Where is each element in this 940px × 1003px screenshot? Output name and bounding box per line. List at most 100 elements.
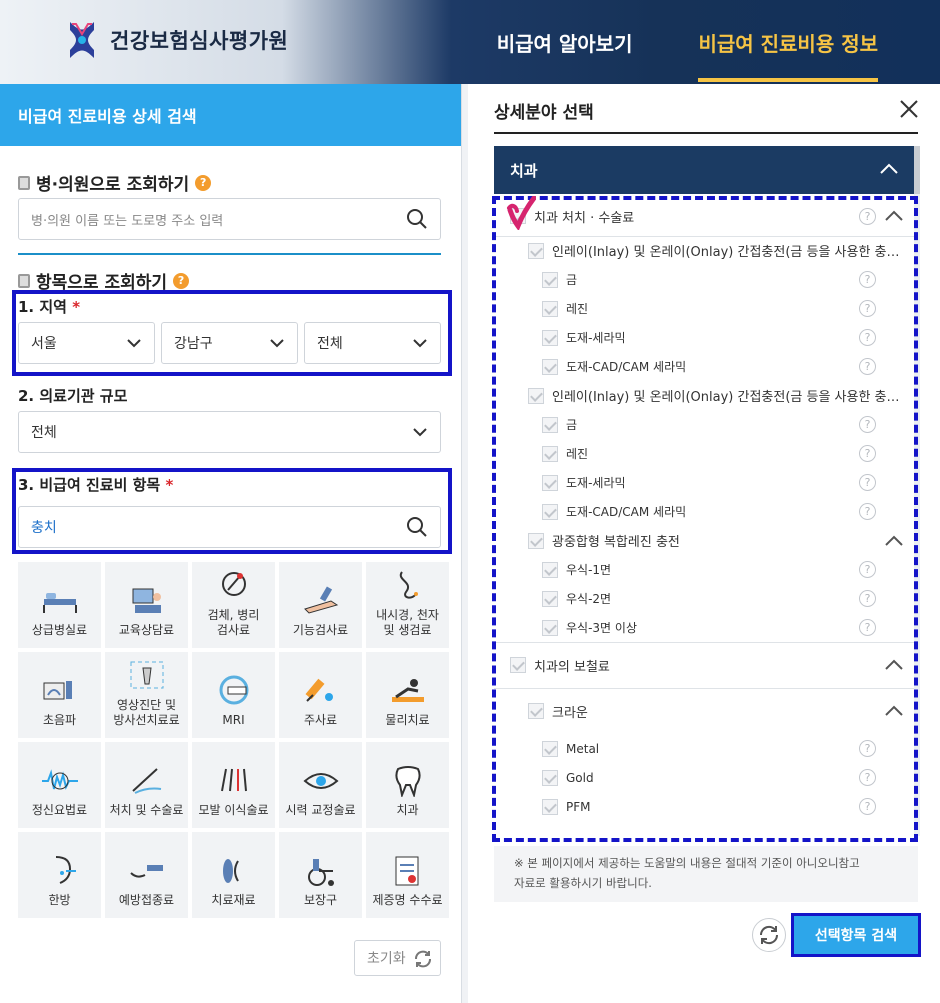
brain-wave-icon (40, 763, 80, 797)
hospital-bed-icon (40, 583, 80, 617)
surgery-icon (127, 763, 167, 797)
category-label: 주사료 (303, 713, 338, 727)
category-label: 내시경, 천자 및 생검료 (376, 608, 439, 637)
refresh-button[interactable] (752, 918, 786, 952)
category-tile[interactable]: 검체, 병리 검사료 (192, 562, 275, 648)
acupuncture-ear-icon (40, 853, 80, 887)
microscope-icon (214, 568, 254, 602)
category-tile[interactable]: 보장구 (279, 832, 362, 918)
chevron-up-icon[interactable] (880, 162, 898, 176)
institution-scale-select[interactable]: 전체 (18, 411, 441, 453)
category-tile[interactable]: 물리치료 (366, 652, 449, 738)
category-label: 한방 (48, 893, 71, 907)
category-tile[interactable]: 시력 교정술료 (279, 742, 362, 828)
category-label: 시력 교정술료 (285, 803, 356, 817)
category-tile[interactable]: 예방접종료 (105, 832, 188, 918)
category-label: MRI (222, 713, 245, 727)
category-label: 검체, 병리 검사료 (207, 608, 260, 637)
scale-label: 2. 의료기관 규모 (18, 387, 128, 405)
section-divider (18, 253, 441, 255)
refresh-icon (415, 950, 431, 968)
help-icon[interactable]: ? (195, 174, 212, 191)
logo[interactable]: 건강보험심사평가원 (66, 18, 288, 62)
category-tile[interactable]: 정신요법료 (18, 742, 101, 828)
category-tile[interactable]: 상급병실료 (18, 562, 101, 648)
help-icon[interactable]: ? (173, 272, 190, 289)
category-tile[interactable]: 초음파 (18, 652, 101, 738)
certificate-icon (388, 853, 428, 887)
select-value: 서울 (31, 336, 57, 352)
region-label: 1. 지역 * (18, 298, 81, 316)
hospital-section-title: 병·의원으로 조회하기 ? (18, 170, 212, 195)
category-label: 물리치료 (385, 713, 430, 727)
check-mark-icon (507, 196, 536, 230)
chevron-down-icon (413, 428, 427, 437)
select-value: 전체 (317, 336, 343, 352)
category-label: 모발 이식술료 (198, 803, 269, 817)
list-icon (18, 273, 30, 288)
chevron-down-icon (270, 339, 284, 348)
search-icon[interactable] (406, 208, 428, 230)
category-tile[interactable]: MRI (192, 652, 275, 738)
category-label: 치과 (396, 803, 419, 817)
dental-group-title: 치과 (510, 161, 538, 180)
reset-label: 초기화 (367, 951, 406, 967)
nav-nonpay-info[interactable]: 비급여 알아보기 (497, 0, 633, 84)
hospital-search-input[interactable]: 병·의원 이름 또는 도로명 주소 입력 (18, 198, 441, 240)
category-label: 정신요법료 (31, 803, 88, 817)
eye-icon (301, 763, 341, 797)
category-label: 상급병실료 (31, 623, 88, 637)
lens-icon (214, 853, 254, 887)
category-tile[interactable]: 모발 이식술료 (192, 742, 275, 828)
select-value: 강남구 (174, 336, 213, 352)
category-tile[interactable]: 주사료 (279, 652, 362, 738)
category-tile[interactable]: 치과 (366, 742, 449, 828)
region-dong-select[interactable]: 전체 (304, 322, 441, 364)
category-tile[interactable]: 한방 (18, 832, 101, 918)
reset-button[interactable]: 초기화 (354, 940, 441, 976)
category-label: 제증명 수수료 (372, 893, 443, 907)
item-search-input[interactable]: 충치 (18, 506, 441, 548)
notice-line-2: 자료로 활용하시기 바랍니다. (514, 875, 652, 890)
top-header: 건강보험심사평가원 비급여 알아보기 비급여 진료비용 정보 (0, 0, 940, 84)
hospital-section-label: 병·의원으로 조회하기 (36, 175, 190, 195)
category-grid: 상급병실료 교육상담료 검체, 병리 검사료기능검사료 내시경, 천자 및 생검료초음… (18, 562, 449, 918)
category-label: 교육상담료 (118, 623, 175, 637)
region-city-select[interactable]: 서울 (18, 322, 155, 364)
tree-highlight (492, 196, 918, 842)
nav-nonpay-cost[interactable]: 비급여 진료비용 정보 (698, 0, 878, 84)
category-tile[interactable]: 영상진단 및 방사선치료료 (105, 652, 188, 738)
category-label: 초음파 (42, 713, 77, 727)
region-district-select[interactable]: 강남구 (161, 322, 298, 364)
category-label: 영상진단 및 방사선치료료 (113, 698, 180, 727)
close-icon[interactable] (898, 98, 920, 120)
ultrasound-icon (40, 673, 80, 707)
item-label: 3. 비급여 진료비 항목 * (18, 476, 174, 494)
category-label: 기능검사료 (292, 623, 349, 637)
dental-group-header[interactable]: 치과 (494, 146, 914, 194)
panel-title: 비급여 진료비용 상세 검색 (0, 84, 461, 146)
scrollbar-thumb[interactable] (914, 146, 920, 194)
category-label: 보장구 (303, 893, 338, 907)
chevron-down-icon (127, 339, 141, 348)
consultation-icon (127, 583, 167, 617)
search-icon[interactable] (406, 516, 428, 538)
arm-test-icon (301, 583, 341, 617)
refresh-icon (759, 925, 779, 945)
notice-line-1: ※ 본 페이지에서 제공하는 도움말의 내용은 절대적 기준이 아니오니참고 (514, 856, 860, 870)
hira-logo-icon (70, 22, 94, 58)
category-label: 치료재료 (211, 893, 256, 907)
hospital-search-placeholder: 병·의원 이름 또는 도로명 주소 입력 (31, 213, 224, 229)
mri-icon (214, 673, 254, 707)
category-label: 처치 및 수술료 (109, 803, 184, 817)
category-tile[interactable]: 처치 및 수술료 (105, 742, 188, 828)
search-selected-button[interactable]: 선택항목 검색 (791, 913, 921, 957)
item-search-value: 충치 (31, 520, 57, 536)
category-tile[interactable]: 제증명 수수료 (366, 832, 449, 918)
category-tile[interactable]: 내시경, 천자 및 생검료 (366, 562, 449, 648)
category-tile[interactable]: 치료재료 (192, 832, 275, 918)
help-notice: ※ 본 페이지에서 제공하는 도움말의 내용은 절대적 기준이 아니오니참고 자… (494, 846, 918, 902)
chevron-down-icon (413, 339, 427, 348)
category-tile[interactable]: 기능검사료 (279, 562, 362, 648)
category-tile[interactable]: 교육상담료 (105, 562, 188, 648)
